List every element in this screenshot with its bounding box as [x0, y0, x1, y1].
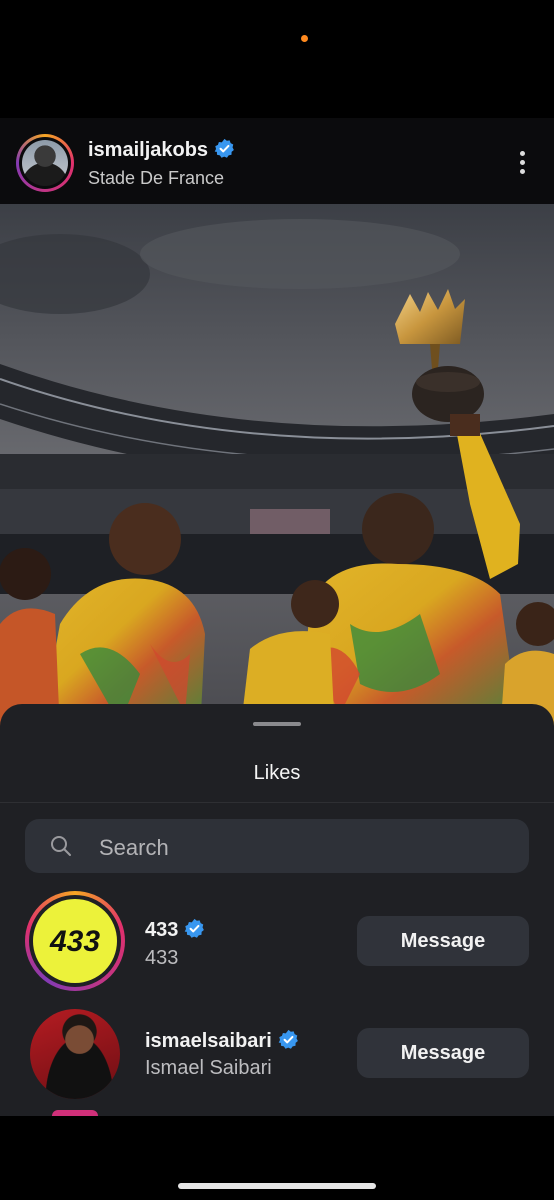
- sheet-drag-handle[interactable]: [253, 722, 301, 726]
- brand-433-logo: 433: [33, 899, 117, 983]
- like-username[interactable]: 433: [145, 919, 178, 941]
- message-button[interactable]: Message: [357, 916, 529, 966]
- verified-badge-icon: [278, 1029, 298, 1049]
- message-button[interactable]: Message: [357, 1028, 529, 1078]
- next-avatar-peek: [52, 1110, 98, 1116]
- like-username-row[interactable]: 433: [145, 918, 205, 942]
- like-username-row[interactable]: ismaelsaibari: [145, 1029, 299, 1053]
- home-indicator[interactable]: [178, 1183, 376, 1189]
- sheet-title: Likes: [253, 762, 301, 784]
- author-username-row[interactable]: ismailjakobs: [88, 138, 235, 162]
- sheet-divider: [0, 802, 554, 803]
- more-options-icon[interactable]: [514, 151, 530, 177]
- verified-badge-icon: [214, 138, 234, 158]
- author-username[interactable]: ismailjakobs: [88, 139, 208, 161]
- search-placeholder: Search: [99, 835, 169, 860]
- status-indicator-dot: [301, 35, 308, 42]
- search-input[interactable]: Search: [25, 819, 529, 873]
- like-username[interactable]: ismaelsaibari: [145, 1030, 272, 1052]
- likes-sheet: Likes Search 433 433 433 Message ismaels…: [0, 704, 554, 1116]
- avatar[interactable]: [30, 1009, 120, 1099]
- post-photo[interactable]: [0, 204, 554, 734]
- list-item[interactable]: ismaelsaibari Ismael Saibari Message: [0, 1004, 554, 1104]
- logo-433-text: 433: [49, 925, 100, 958]
- verified-badge-icon: [185, 918, 205, 938]
- author-avatar[interactable]: [16, 134, 74, 192]
- avatar[interactable]: 433: [25, 891, 125, 991]
- post-location[interactable]: Stade De France: [88, 168, 224, 189]
- list-item[interactable]: 433 433 433 Message: [0, 891, 554, 991]
- search-icon: [51, 836, 71, 856]
- like-display-name: 433: [145, 947, 179, 969]
- like-display-name: Ismael Saibari: [145, 1057, 272, 1079]
- post-image-artwork: [0, 204, 554, 734]
- post-header: ismailjakobs Stade De France: [0, 118, 554, 204]
